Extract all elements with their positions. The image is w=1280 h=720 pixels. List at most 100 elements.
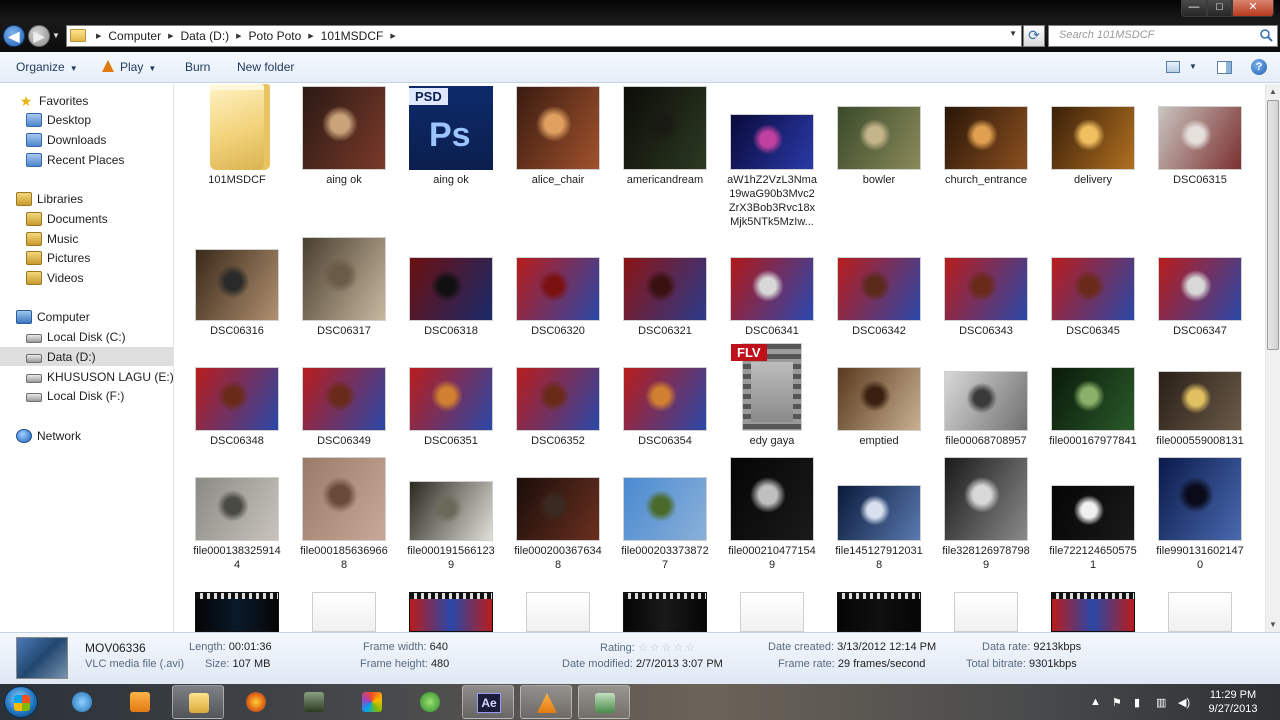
forward-button[interactable]: ▶	[28, 25, 50, 47]
rating-stars[interactable]: ☆☆☆☆☆	[638, 642, 697, 654]
file-tile[interactable]	[292, 84, 396, 632]
show-hidden-icons-button[interactable]: ▲	[1090, 696, 1101, 708]
file-tile[interactable]	[1041, 84, 1145, 632]
nav-recent-places[interactable]: Recent Places	[26, 150, 124, 169]
app-icon	[595, 693, 615, 713]
start-button[interactable]	[4, 686, 38, 718]
taskbar-app-6[interactable]	[346, 685, 398, 719]
taskbar-app-5[interactable]	[288, 685, 340, 719]
volume-icon[interactable]: ◀)	[1178, 696, 1190, 709]
nav-local-disk-f[interactable]: Local Disk (F:)	[26, 386, 124, 405]
nav-documents[interactable]: Documents	[26, 209, 108, 228]
burn-button[interactable]: Burn	[185, 60, 210, 74]
taskbar-internet-explorer[interactable]	[56, 685, 108, 719]
file-tile[interactable]	[613, 84, 717, 632]
file-tile[interactable]	[934, 84, 1038, 632]
taskbar-media-player[interactable]	[114, 685, 166, 719]
view-options-dropdown[interactable]: ▼	[1189, 62, 1197, 71]
chevron-right-icon[interactable]: ▶	[308, 32, 313, 40]
flag-icon[interactable]: ⚑	[1112, 696, 1122, 709]
file-name-line: file328126978798	[942, 545, 1030, 557]
taskbar-clock[interactable]: 11:29 PM 9/27/2013	[1198, 688, 1268, 716]
nav-downloads[interactable]: Downloads	[26, 130, 106, 149]
scrollbar-thumb[interactable]	[1267, 100, 1279, 350]
file-name: alice_chair	[531, 174, 585, 186]
taskbar-after-effects[interactable]: Ae	[462, 685, 514, 719]
file-name: DSC06320	[531, 325, 585, 337]
change-view-icon[interactable]	[1166, 61, 1180, 73]
length-label: Length:	[189, 641, 226, 653]
nav-khususon-lagu-e[interactable]: KHUSUSON LAGU (E:)	[26, 367, 174, 386]
media-player-icon	[130, 692, 150, 712]
refresh-button[interactable]: ⟳	[1023, 25, 1045, 47]
new-folder-button[interactable]: New folder	[237, 60, 294, 74]
vertical-scrollbar[interactable]: ▲ ▼	[1265, 84, 1280, 632]
breadcrumb-101msdcf[interactable]: 101MSDCF	[321, 29, 384, 43]
clock-date: 9/27/2013	[1208, 703, 1258, 715]
nav-local-disk-c[interactable]: Local Disk (C:)	[26, 327, 126, 346]
photo-thumbnail	[1158, 106, 1242, 170]
back-button[interactable]: ◀	[3, 25, 25, 47]
file-tile[interactable]	[506, 84, 610, 632]
play-label: Play	[120, 60, 144, 74]
network-tray-icon[interactable]: ▥	[1156, 696, 1166, 709]
videos-icon	[26, 270, 42, 285]
taskbar-vlc[interactable]	[520, 685, 572, 719]
vlc-icon	[102, 60, 114, 72]
search-input[interactable]: Search 101MSDCF	[1048, 25, 1278, 47]
power-icon[interactable]: ▮	[1134, 696, 1140, 709]
address-dropdown[interactable]: ▼	[1009, 29, 1017, 38]
nav-data-d[interactable]: Data (D:)	[26, 347, 96, 366]
nav-videos[interactable]: Videos	[26, 268, 83, 287]
play-button[interactable]: Play ▼	[102, 60, 156, 74]
taskbar-app-7[interactable]	[404, 685, 456, 719]
nav-pictures[interactable]: Pictures	[26, 248, 90, 267]
search-icon[interactable]	[1259, 28, 1273, 42]
breadcrumb-poto-poto[interactable]: Poto Poto	[249, 29, 302, 43]
nav-computer[interactable]: Computer	[16, 307, 90, 326]
frame-height-field: Frame height: 480	[360, 658, 449, 670]
breadcrumb-computer[interactable]: Computer	[108, 29, 161, 43]
chevron-right-icon[interactable]: ▶	[236, 32, 241, 40]
scroll-down-arrow[interactable]: ▼	[1266, 617, 1280, 632]
file-list: 101MSDCF aing ok PSD Ps aing ok alice_chair am…	[175, 84, 1265, 632]
film-frame	[751, 362, 793, 422]
nav-music[interactable]: Music	[26, 229, 78, 248]
chevron-down-icon: ▼	[69, 64, 78, 73]
file-name: file000167977841	[1049, 435, 1137, 447]
file-name: file722124650575 1	[1041, 544, 1145, 572]
file-tile[interactable]	[720, 84, 824, 632]
file-tile[interactable]	[1148, 84, 1252, 632]
taskbar-windows-explorer[interactable]	[172, 685, 224, 719]
minimize-button[interactable]: —	[1181, 0, 1207, 17]
organize-button[interactable]: Organize ▼	[16, 60, 78, 74]
taskbar-firefox[interactable]	[230, 685, 282, 719]
taskbar-app-10[interactable]	[578, 685, 630, 719]
file-tile[interactable]	[827, 84, 931, 632]
chevron-right-icon[interactable]: ▶	[168, 32, 173, 40]
nav-libraries[interactable]: Libraries	[16, 189, 83, 208]
recent-pages-dropdown[interactable]: ▼	[52, 31, 60, 40]
file-tile[interactable]	[399, 84, 503, 632]
chevron-right-icon[interactable]: ▶	[96, 32, 101, 40]
close-button[interactable]: ✕	[1232, 0, 1274, 17]
nav-network[interactable]: Network	[16, 426, 81, 445]
nav-favorites[interactable]: ★ Favorites	[18, 91, 89, 110]
documents-icon	[26, 211, 42, 226]
photo-thumbnail	[302, 237, 386, 321]
nav-desktop[interactable]: Desktop	[26, 110, 91, 129]
help-icon[interactable]: ?	[1251, 59, 1267, 75]
folder-icon	[210, 84, 270, 170]
breadcrumb-data-d[interactable]: Data (D:)	[180, 29, 229, 43]
chevron-right-icon[interactable]: ▶	[390, 32, 395, 40]
maximize-button[interactable]: □	[1207, 0, 1232, 17]
file-name-line: file000210477154	[728, 545, 816, 557]
photo-thumbnail	[730, 114, 814, 170]
document-icon	[740, 592, 804, 632]
file-tile[interactable]	[185, 84, 289, 632]
file-name-line: 8	[554, 559, 562, 571]
selected-file-type: VLC media file (.avi)	[85, 658, 185, 670]
scroll-up-arrow[interactable]: ▲	[1266, 84, 1280, 99]
preview-pane-icon[interactable]	[1217, 61, 1232, 74]
address-bar[interactable]: ▶ Computer ▶ Data (D:) ▶ Poto Poto ▶ 101…	[66, 25, 1022, 47]
